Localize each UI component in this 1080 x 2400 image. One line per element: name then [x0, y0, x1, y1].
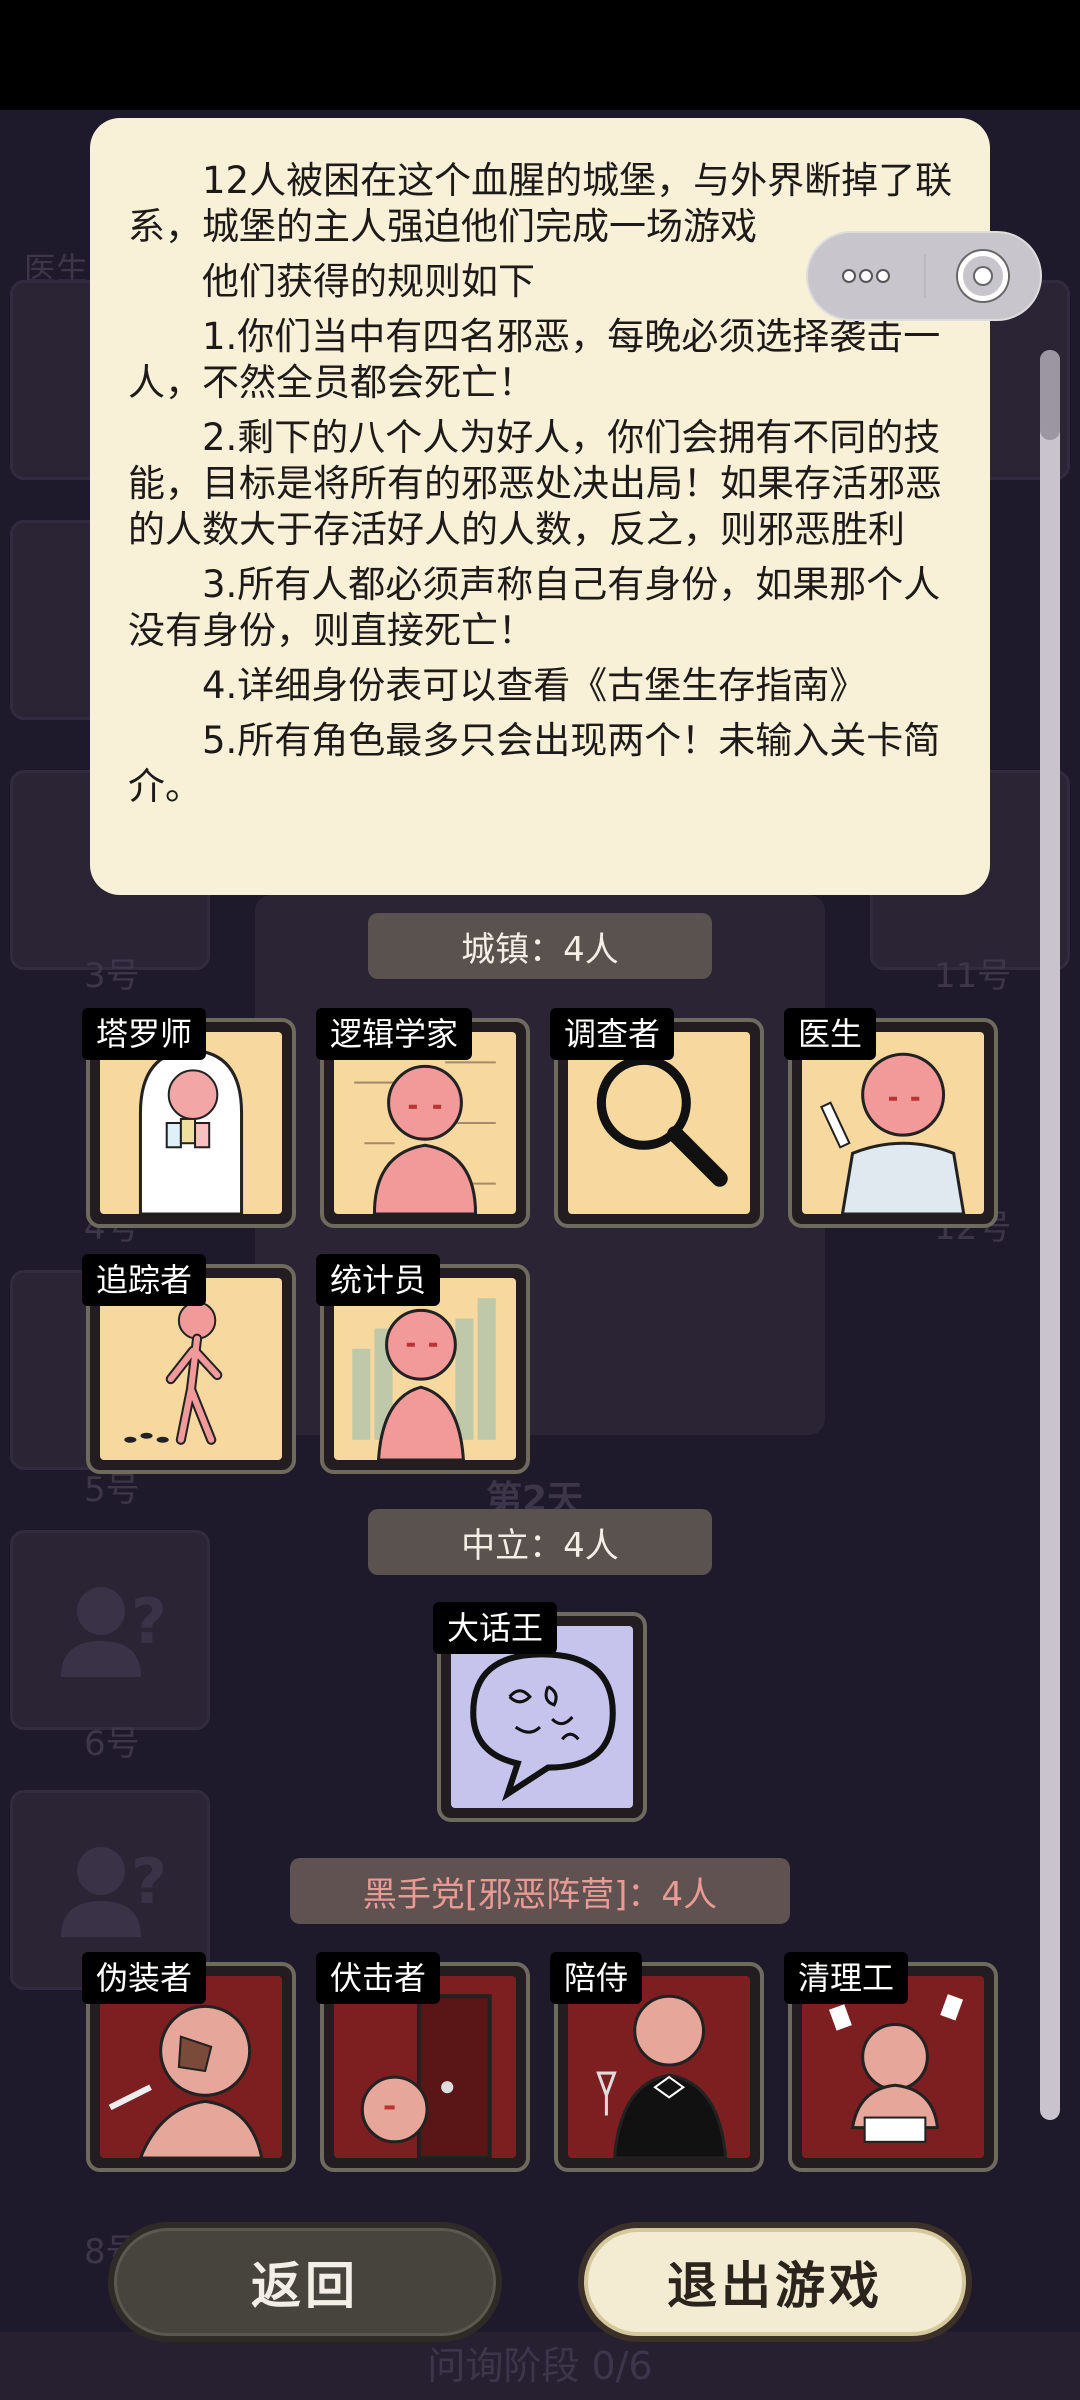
- rules-paragraph: 2.剩下的八个人为好人，你们会拥有不同的技能，目标是将所有的邪恶处决出局！如果存…: [128, 416, 942, 551]
- scrollbar-thumb[interactable]: [1040, 350, 1060, 440]
- exit-game-button[interactable]: 退出游戏: [578, 2222, 972, 2342]
- role-card-tracker[interactable]: 追踪者: [82, 1254, 296, 1474]
- evil-section-header: 黑手党[邪恶阵营]：4人: [290, 1858, 790, 1924]
- bg-seat-number: 11号: [934, 956, 1012, 996]
- unknown-player-icon: ?: [61, 1585, 167, 1677]
- role-name: 追踪者: [82, 1254, 207, 1306]
- close-miniprogram-button[interactable]: [926, 251, 1040, 301]
- role-name: 统计员: [316, 1254, 441, 1306]
- rules-paragraph: 4.详细身份表可以查看《古堡生存指南》: [202, 664, 867, 707]
- role-card-statistician[interactable]: 统计员: [316, 1254, 530, 1474]
- status-bar: [0, 0, 1080, 110]
- role-card-janitor[interactable]: 清理工: [784, 1952, 998, 2172]
- bg-seat-number: 6号: [84, 1724, 140, 1764]
- role-name: 清理工: [784, 1952, 909, 2004]
- dot-icon: [878, 271, 888, 281]
- svg-text:?: ?: [131, 1845, 167, 1918]
- role-name: 伏击者: [316, 1952, 441, 2004]
- rules-paragraph: 5.所有角色最多只会出现两个！未输入关卡简介。: [128, 719, 941, 808]
- role-card-tarot[interactable]: 塔罗师: [82, 1008, 296, 1228]
- role-card-escort[interactable]: 陪侍: [550, 1952, 764, 2172]
- rules-paragraph: 3.所有人都必须声称自己有身份，如果那个人没有身份，则直接死亡！: [128, 563, 941, 652]
- role-name: 伪装者: [82, 1952, 207, 2004]
- unknown-player-icon: ?: [61, 1845, 167, 1937]
- dot-icon: [844, 271, 854, 281]
- svg-text:?: ?: [131, 1585, 167, 1658]
- phase-label: 问询阶段 0/6: [0, 2332, 1080, 2400]
- miniprogram-capsule: [806, 231, 1042, 321]
- role-name: 塔罗师: [82, 1008, 207, 1060]
- role-card-ambusher[interactable]: 伏击者: [316, 1952, 530, 2172]
- role-card-disguiser[interactable]: 伪装者: [82, 1952, 296, 2172]
- bg-player-card: ?: [10, 1530, 210, 1730]
- role-name: 调查者: [550, 1008, 675, 1060]
- role-card-investigator[interactable]: 调查者: [550, 1008, 764, 1228]
- dot-icon: [861, 271, 871, 281]
- target-icon: [958, 251, 1008, 301]
- role-name: 逻辑学家: [316, 1008, 473, 1060]
- bg-seat-number: 3号: [84, 956, 140, 996]
- role-card-liar[interactable]: 大话王: [433, 1602, 647, 1822]
- neutral-section-header: 中立：4人: [368, 1509, 712, 1575]
- role-card-logician[interactable]: 逻辑学家: [316, 1008, 530, 1228]
- role-name: 陪侍: [550, 1952, 643, 2004]
- town-section-header: 城镇：4人: [368, 913, 712, 979]
- more-options-button[interactable]: [808, 233, 924, 319]
- rules-paragraph: 1.你们当中有四名邪恶，每晚必须选择袭击一人，不然全员都会死亡！: [128, 315, 941, 404]
- role-name: 大话王: [433, 1602, 558, 1654]
- back-button[interactable]: 返回: [108, 2222, 502, 2342]
- role-card-doctor[interactable]: 医生: [784, 1008, 998, 1228]
- role-name: 医生: [784, 1008, 877, 1060]
- scrollbar-track[interactable]: [1040, 350, 1060, 2120]
